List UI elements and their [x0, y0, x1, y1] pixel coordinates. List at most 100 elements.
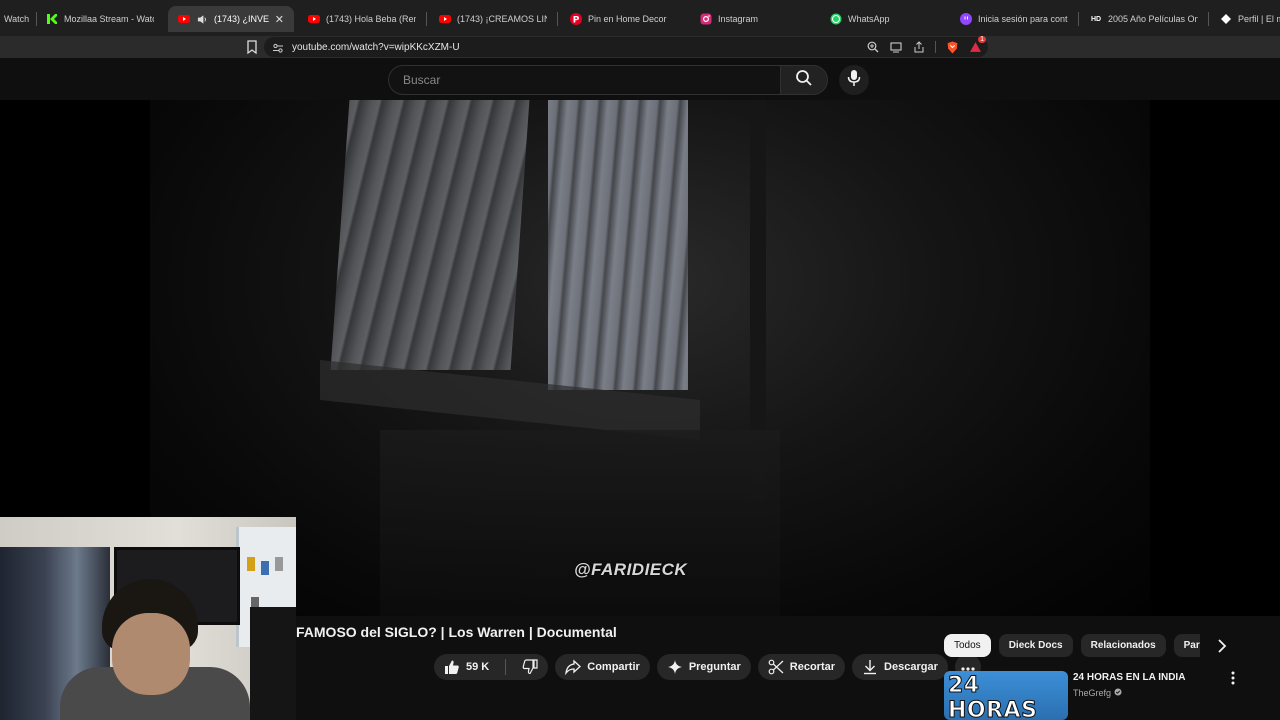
ask-label: Preguntar: [688, 661, 741, 673]
video-scene-window-right: [548, 100, 688, 390]
chip-para-ti[interactable]: Para ti: [1173, 634, 1200, 657]
svg-text:P: P: [573, 16, 580, 26]
chip-relacionados[interactable]: Relacionados: [1080, 634, 1166, 657]
whatsapp-icon: [830, 13, 842, 25]
zoom-icon[interactable]: [866, 40, 880, 54]
streamer-webcam: [0, 517, 296, 720]
video-scene-window-left: [330, 100, 530, 370]
share-button[interactable]: Compartir: [555, 654, 650, 680]
shelf-item: [247, 557, 255, 571]
tab-title: (1743) ¿INVENTARO: [214, 14, 269, 24]
url-divider: [935, 41, 936, 53]
webcam-chair: [250, 607, 296, 720]
tab-title: Inicia sesión para continuar: [978, 14, 1068, 24]
url-actions: 1: [866, 36, 988, 54]
browser-tab-strip: Watch Mozillaa Stream - Watc (1743) ¿INV…: [0, 0, 1280, 36]
download-button[interactable]: Descargar: [852, 654, 948, 680]
thumbnail-text: 24 HORAS: [948, 673, 1038, 720]
search-icon: [795, 69, 813, 92]
tab-perfil[interactable]: Perfil | El me: [1210, 6, 1280, 32]
close-tab-icon[interactable]: ✕: [275, 13, 284, 26]
tab-creamos-lingote[interactable]: (1743) ¡CREAMOS LINGOTE: [429, 6, 557, 32]
bookmark-icon[interactable]: [244, 39, 260, 55]
tab-youtube-active[interactable]: (1743) ¿INVENTARO ✕: [168, 6, 294, 32]
tab-whatsapp[interactable]: WhatsApp: [820, 6, 948, 32]
video-title: FAMOSO del SIGLO? | Los Warren | Documen…: [296, 624, 617, 640]
microphone-icon: [847, 69, 861, 92]
scissors-icon: [768, 659, 784, 675]
tab-title: Mozillaa Stream - Watc: [64, 14, 154, 24]
brave-rewards-icon[interactable]: 1: [968, 36, 986, 54]
address-bar[interactable]: youtube.com/watch?v=wipKKcXZM-U 1: [264, 36, 988, 57]
tab-separator: [557, 12, 558, 26]
recommendation-thumbnail[interactable]: 24 HORAS: [944, 671, 1068, 720]
recommendation-menu-button[interactable]: [1226, 671, 1240, 690]
like-divider: [505, 659, 507, 675]
verified-icon: [1114, 688, 1122, 698]
url-text[interactable]: youtube.com/watch?v=wipKKcXZM-U: [292, 42, 460, 53]
chip-dieck-docs[interactable]: Dieck Docs: [998, 634, 1073, 657]
dislike-button[interactable]: [512, 654, 548, 680]
pinterest-icon: P: [570, 13, 582, 25]
kick-icon: [46, 13, 58, 25]
voice-search-button[interactable]: [839, 65, 869, 95]
chevron-right-icon: [1217, 638, 1227, 658]
chips-next-button[interactable]: [1212, 638, 1232, 658]
youtube-icon: [308, 13, 320, 25]
speaker-icon[interactable]: [196, 13, 208, 25]
instagram-icon: [700, 13, 712, 25]
webcam-person-face: [112, 613, 190, 695]
tab-separator: [426, 12, 427, 26]
like-button[interactable]: 59 K: [434, 654, 499, 680]
twitch-icon: [960, 13, 972, 25]
video-scene-floor: [380, 430, 780, 616]
clip-button[interactable]: Recortar: [757, 654, 846, 680]
tab-title: Watch: [4, 14, 30, 24]
clip-label: Recortar: [789, 661, 836, 673]
tab-title: 2005 Año Películas Online: [1108, 14, 1198, 24]
video-actions: 59 K Compartir Preguntar Recortar Descar…: [434, 654, 981, 680]
more-vertical-icon: [1231, 671, 1235, 690]
site-settings-icon[interactable]: [272, 41, 284, 53]
tab-inicia-sesion[interactable]: Inicia sesión para continuar: [950, 6, 1078, 32]
thumbs-down-icon: [522, 659, 538, 675]
youtube-icon: [439, 13, 451, 25]
like-count: 59 K: [466, 661, 490, 673]
cast-icon[interactable]: [889, 40, 903, 54]
ask-button[interactable]: Preguntar: [656, 654, 751, 680]
sparkle-icon: [667, 659, 683, 675]
tab-instagram[interactable]: Instagram: [690, 6, 818, 32]
brave-shields-icon[interactable]: [945, 40, 959, 54]
chip-todos[interactable]: Todos: [944, 634, 991, 657]
tab-title: Instagram: [718, 14, 759, 24]
share-icon[interactable]: [912, 40, 926, 54]
tab-pinterest[interactable]: P Pin en Home Decor: [560, 6, 688, 32]
like-dislike-group: 59 K: [434, 654, 549, 680]
recommendation-title[interactable]: 24 HORAS EN LA INDIA: [1073, 672, 1185, 683]
tab-peliculas[interactable]: HD 2005 Año Películas Online: [1080, 6, 1208, 32]
tab-title: (1743) ¡CREAMOS LINGOTE: [457, 14, 547, 24]
recommendation-channel[interactable]: TheGrefg: [1073, 688, 1122, 698]
shelf-item: [261, 561, 269, 575]
youtube-header: [0, 58, 1280, 100]
tab-hola-beba[interactable]: (1743) Hola Beba (Remix): [298, 6, 426, 32]
tab-title: Pin en Home Decor: [588, 14, 667, 24]
channel-name: TheGrefg: [1073, 688, 1112, 698]
tab-title: WhatsApp: [848, 14, 890, 24]
hd-icon: HD: [1090, 15, 1102, 23]
tab-mozillaa-stream[interactable]: Mozillaa Stream - Watc: [36, 6, 164, 32]
channel-watermark: @FARIDIECK: [574, 560, 688, 579]
tab-separator: [1208, 12, 1209, 26]
thumbs-up-icon: [444, 659, 460, 675]
tab-title: Perfil | El me: [1238, 14, 1280, 24]
filter-chips: Todos Dieck Docs Relacionados Para ti: [944, 634, 1200, 658]
download-icon: [862, 659, 878, 675]
notification-badge: 1: [978, 36, 986, 43]
shelf-item: [275, 557, 283, 571]
search-box[interactable]: [388, 65, 780, 95]
share-arrow-icon: [565, 659, 582, 675]
youtube-icon: [178, 13, 190, 25]
tab-title: (1743) Hola Beba (Remix): [326, 14, 416, 24]
search-input[interactable]: [401, 72, 765, 88]
search-button[interactable]: [780, 65, 828, 95]
